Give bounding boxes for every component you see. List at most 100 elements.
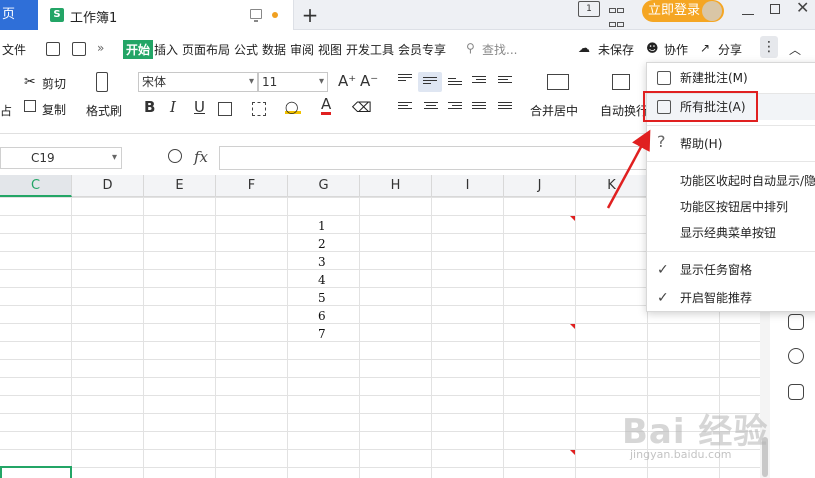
- copy-icon[interactable]: [24, 100, 36, 112]
- distributed-icon[interactable]: [498, 102, 512, 113]
- tab-home[interactable]: 页: [0, 0, 38, 30]
- maximize-button[interactable]: [770, 4, 780, 14]
- column-header-k[interactable]: K: [576, 175, 648, 197]
- font-family-select[interactable]: 宋体: [138, 72, 258, 92]
- align-middle-active[interactable]: [418, 72, 442, 92]
- indent-decrease-icon[interactable]: [472, 76, 486, 87]
- selected-cell-c19[interactable]: [0, 466, 72, 478]
- cell-g-value[interactable]: 7: [318, 327, 326, 341]
- close-button[interactable]: ✕: [796, 0, 809, 17]
- tab-workbook[interactable]: S 工作簿1: [38, 0, 294, 30]
- bold-button[interactable]: B: [144, 98, 155, 116]
- collab-button[interactable]: 协作: [664, 41, 688, 58]
- column-header-c[interactable]: C: [0, 175, 72, 197]
- borders-icon[interactable]: [218, 102, 232, 116]
- more-options-button[interactable]: ⋮: [760, 36, 778, 58]
- menu-item-smart-recommend[interactable]: ✓ 开启智能推荐: [647, 285, 815, 311]
- column-header-g[interactable]: G: [288, 175, 360, 197]
- monitor-icon[interactable]: [250, 9, 262, 22]
- format-painter-icon[interactable]: [96, 72, 108, 92]
- tab-review[interactable]: 审阅: [290, 41, 314, 58]
- font-grow-button[interactable]: A⁺: [338, 72, 356, 90]
- column-header-f[interactable]: F: [216, 175, 288, 197]
- search-icon[interactable]: ⚲: [466, 41, 475, 55]
- menu-item-auto-show-ribbon[interactable]: 功能区收起时自动显示/隐: [647, 168, 815, 194]
- indent-increase-icon[interactable]: [498, 76, 512, 87]
- menu-file[interactable]: 文件: [2, 41, 26, 58]
- tab-view[interactable]: 视图: [318, 41, 342, 58]
- search-input[interactable]: 查找...: [482, 41, 517, 58]
- column-header-d[interactable]: D: [72, 175, 144, 197]
- menu-item-classic-menu[interactable]: 显示经典菜单按钮: [647, 220, 815, 246]
- cloud-icon[interactable]: ☁: [578, 41, 590, 55]
- formula-input[interactable]: [219, 146, 649, 170]
- save-icon[interactable]: [46, 42, 60, 56]
- side-tool-icon[interactable]: [788, 314, 804, 330]
- share-icon[interactable]: ↗: [700, 41, 710, 55]
- cell-g-value[interactable]: 3: [318, 255, 326, 269]
- chevron-up-icon[interactable]: ︿: [789, 41, 801, 58]
- menu-item-center-ribbon[interactable]: 功能区按钮居中排列: [647, 194, 815, 220]
- menu-item-task-pane[interactable]: ✓ 显示任务窗格: [647, 257, 815, 283]
- column-header-e[interactable]: E: [144, 175, 216, 197]
- minimize-button[interactable]: [742, 1, 754, 15]
- zoom-icon[interactable]: [168, 149, 182, 163]
- comment-indicator-icon[interactable]: [570, 450, 575, 455]
- font-color-button[interactable]: A: [321, 96, 332, 115]
- cell-g-value[interactable]: 6: [318, 309, 326, 323]
- tab-member[interactable]: 会员专享: [398, 41, 446, 58]
- name-box[interactable]: C19: [0, 147, 122, 169]
- menu-item-new-comment[interactable]: 新建批注(M): [647, 65, 815, 91]
- tab-developer[interactable]: 开发工具: [346, 41, 394, 58]
- comment-indicator-icon[interactable]: [570, 216, 575, 221]
- wrap-text-button[interactable]: 自动换行: [600, 102, 648, 119]
- font-shrink-button[interactable]: A⁻: [360, 72, 378, 90]
- copy-button[interactable]: 复制: [42, 101, 66, 118]
- tab-start[interactable]: 开始: [123, 40, 154, 59]
- merge-center-button[interactable]: 合并居中: [530, 102, 578, 119]
- underline-button[interactable]: U: [194, 98, 205, 116]
- scissors-icon[interactable]: ✂: [24, 74, 36, 90]
- cut-button[interactable]: 剪切: [42, 75, 66, 92]
- fill-pattern-icon[interactable]: [252, 102, 266, 116]
- align-center-icon[interactable]: [424, 102, 438, 113]
- paste-button[interactable]: 占: [0, 102, 12, 119]
- tab-insert[interactable]: 插入: [154, 41, 178, 58]
- column-header-h[interactable]: H: [360, 175, 432, 197]
- collab-icon[interactable]: ☻: [646, 41, 659, 55]
- fx-icon[interactable]: fx: [194, 148, 208, 166]
- unsaved-label[interactable]: 未保存: [598, 41, 634, 58]
- align-left-icon[interactable]: [398, 102, 412, 113]
- more-menus-icon[interactable]: »: [97, 41, 104, 55]
- window-box-icon[interactable]: 1: [578, 1, 600, 17]
- menu-item-help[interactable]: ? 帮助(H): [647, 131, 815, 157]
- cell-g-value[interactable]: 5: [318, 291, 326, 305]
- format-painter-button[interactable]: 格式刷: [86, 102, 122, 119]
- login-button[interactable]: 立即登录: [642, 0, 724, 22]
- column-header-i[interactable]: I: [432, 175, 504, 197]
- cell-g-value[interactable]: 2: [318, 237, 326, 251]
- fill-color-icon[interactable]: ◯: [285, 100, 301, 114]
- side-lightning-icon[interactable]: [788, 348, 804, 364]
- share-button[interactable]: 分享: [718, 41, 742, 58]
- tab-data[interactable]: 数据: [262, 41, 286, 58]
- tab-page-layout[interactable]: 页面布局: [182, 41, 230, 58]
- align-bottom-icon[interactable]: [448, 78, 462, 89]
- justify-icon[interactable]: [472, 102, 486, 113]
- avatar[interactable]: [702, 1, 722, 21]
- merge-center-icon[interactable]: [547, 74, 569, 90]
- export-icon[interactable]: [72, 42, 86, 56]
- align-top-icon[interactable]: [398, 74, 412, 85]
- tab-formulas[interactable]: 公式: [234, 41, 258, 58]
- side-book-icon[interactable]: [788, 384, 804, 400]
- cell-g-value[interactable]: 1: [318, 219, 326, 233]
- italic-button[interactable]: I: [170, 98, 176, 116]
- grid-layout-icon[interactable]: [609, 3, 627, 27]
- new-tab-button[interactable]: +: [300, 4, 320, 26]
- font-size-select[interactable]: 11: [258, 72, 328, 92]
- align-right-icon[interactable]: [448, 102, 462, 113]
- eraser-icon[interactable]: ⌫: [352, 100, 372, 116]
- cell-g-value[interactable]: 4: [318, 273, 326, 287]
- comment-indicator-icon[interactable]: [570, 324, 575, 329]
- column-header-j[interactable]: J: [504, 175, 576, 197]
